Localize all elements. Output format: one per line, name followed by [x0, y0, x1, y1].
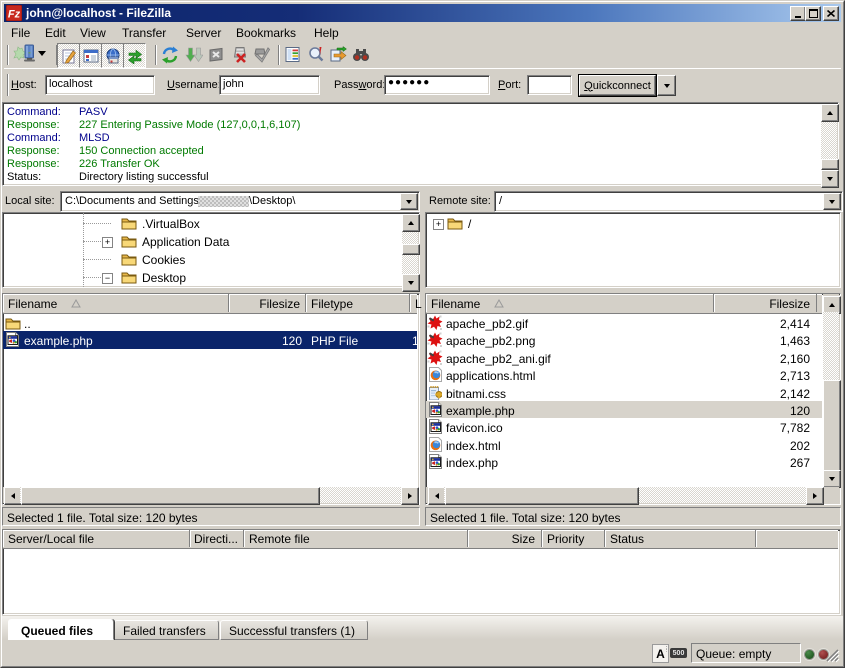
svg-text:Fz: Fz: [8, 9, 21, 21]
